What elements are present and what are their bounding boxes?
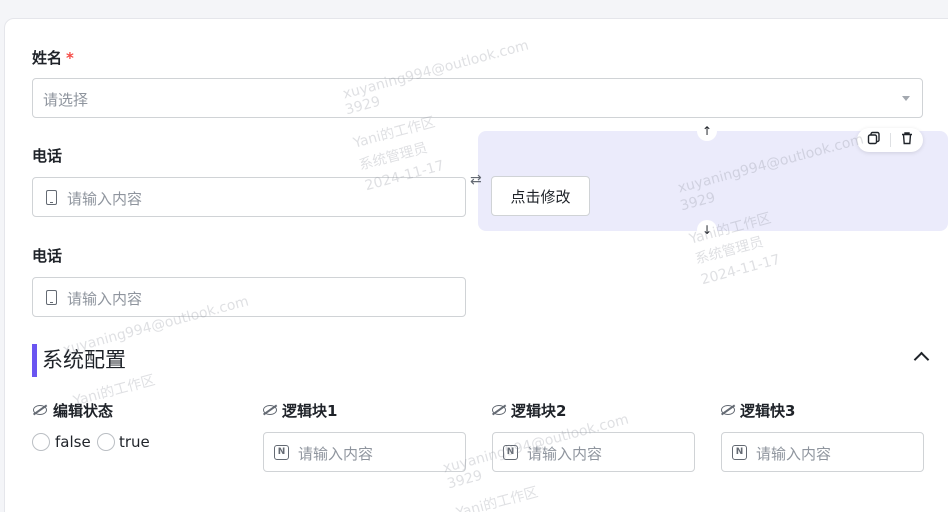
swap-icon[interactable]: ⇄ <box>470 172 482 188</box>
notion-icon: N <box>274 445 289 460</box>
edit-state-label: 编辑状态 <box>53 402 114 420</box>
move-down-icon[interactable]: ↓ <box>697 220 717 240</box>
logic-block-3-placeholder: 请输入内容 <box>756 445 832 463</box>
logic-block-2-input[interactable]: N 请输入内容 <box>492 432 695 472</box>
section-accent-bar <box>32 344 37 377</box>
top-strip <box>0 0 948 18</box>
logic-block-2-label: 逻辑块2 <box>511 402 567 420</box>
radio-true[interactable] <box>97 433 115 451</box>
section-title: 系统配置 <box>42 348 126 372</box>
notion-icon: N <box>732 445 747 460</box>
action-divider <box>890 133 891 147</box>
phone-input-2[interactable]: 请输入内容 <box>32 277 466 317</box>
move-up-icon[interactable]: ↑ <box>697 121 717 141</box>
phone-label-1: 电话 <box>32 147 63 165</box>
phone-icon <box>46 290 57 305</box>
logic-block-3-label: 逻辑快3 <box>740 402 796 420</box>
logic-block-1-input[interactable]: N 请输入内容 <box>263 432 466 472</box>
eye-off-icon <box>33 405 47 415</box>
radio-true-label: true <box>119 433 150 451</box>
phone-label-2: 电话 <box>32 247 63 265</box>
radio-false-label: false <box>55 433 91 451</box>
phone-input-1[interactable]: 请输入内容 <box>32 177 466 217</box>
caret-down-icon <box>902 96 910 101</box>
phone-input-1-placeholder: 请输入内容 <box>67 190 143 208</box>
logic-block-1-label: 逻辑块1 <box>282 402 338 420</box>
eye-off-icon <box>263 405 277 415</box>
name-label: 姓名 * <box>32 49 74 67</box>
eye-off-icon <box>492 405 506 415</box>
component-action-bar <box>857 128 923 152</box>
name-select[interactable]: 请选择 <box>32 78 923 118</box>
radio-false[interactable] <box>32 433 50 451</box>
edit-button[interactable]: 点击修改 <box>491 176 590 216</box>
trash-icon[interactable] <box>898 131 916 149</box>
logic-block-3-input[interactable]: N 请输入内容 <box>721 432 924 472</box>
eye-off-icon <box>721 405 735 415</box>
required-mark: * <box>66 49 74 67</box>
phone-input-2-placeholder: 请输入内容 <box>67 290 143 308</box>
copy-icon[interactable] <box>865 131 883 149</box>
name-select-placeholder: 请选择 <box>43 91 89 109</box>
logic-block-2-placeholder: 请输入内容 <box>527 445 603 463</box>
notion-icon: N <box>503 445 518 460</box>
phone-icon <box>46 190 57 205</box>
logic-block-1-placeholder: 请输入内容 <box>298 445 374 463</box>
